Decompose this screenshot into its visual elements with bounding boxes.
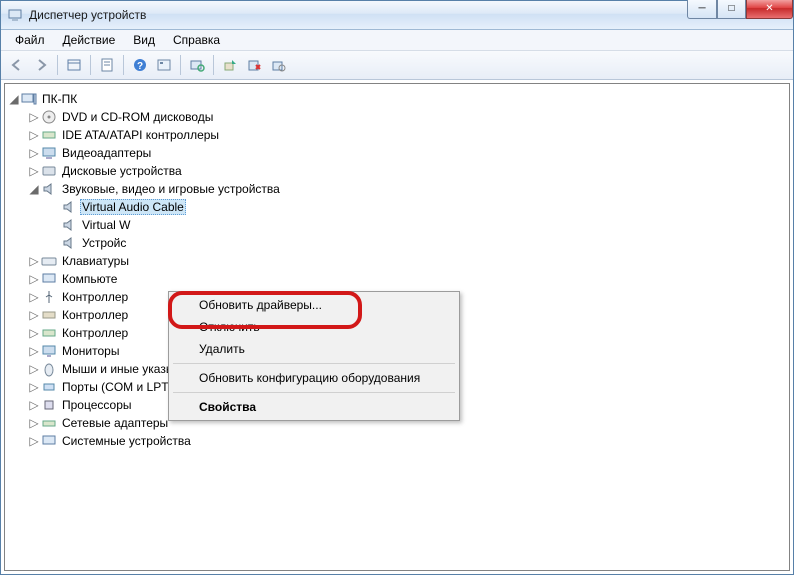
usb-icon: [41, 289, 57, 305]
expand-icon[interactable]: ▷: [27, 254, 41, 268]
menu-action[interactable]: Действие: [55, 31, 124, 49]
display-adapter-icon: [41, 145, 57, 161]
collapse-icon[interactable]: ◢: [27, 182, 41, 196]
menu-disable[interactable]: Отключить: [171, 316, 457, 338]
storage-controller-icon: [41, 307, 57, 323]
maximize-button[interactable]: □: [717, 0, 746, 19]
expand-icon[interactable]: ▷: [27, 326, 41, 340]
menu-scan-hardware[interactable]: Обновить конфигурацию оборудования: [171, 367, 457, 389]
scan-hardware-button[interactable]: [186, 54, 208, 76]
computer-icon: [21, 91, 37, 107]
tree-item-sound[interactable]: ◢Звуковые, видео и игровые устройства: [27, 180, 787, 198]
sound-icon: [61, 235, 77, 251]
controller-icon: [41, 325, 57, 341]
context-menu: Обновить драйверы... Отключить Удалить О…: [168, 291, 460, 421]
menu-file[interactable]: Файл: [7, 31, 53, 49]
expand-icon[interactable]: ▷: [27, 272, 41, 286]
menu-help[interactable]: Справка: [165, 31, 228, 49]
tree-item[interactable]: ▷IDE ATA/ATAPI контроллеры: [27, 126, 787, 144]
disk-icon: [41, 163, 57, 179]
expand-icon[interactable]: ▷: [27, 164, 41, 178]
expand-icon[interactable]: ▷: [27, 146, 41, 160]
menu-properties[interactable]: Свойства: [171, 396, 457, 418]
tree-root[interactable]: ◢ ПК-ПК: [7, 90, 787, 108]
expand-icon[interactable]: ▷: [27, 308, 41, 322]
svg-text:?: ?: [137, 61, 143, 72]
collapse-icon[interactable]: ◢: [7, 92, 21, 106]
help-button[interactable]: ?: [129, 54, 151, 76]
expand-icon[interactable]: ▷: [27, 434, 41, 448]
tree-item[interactable]: Устройс: [47, 234, 787, 252]
device-manager-window: Диспетчер устройств ─ □ ✕ Файл Действие …: [0, 0, 794, 575]
expand-icon[interactable]: ▷: [27, 380, 41, 394]
expand-icon[interactable]: ▷: [27, 344, 41, 358]
expand-icon[interactable]: ▷: [27, 362, 41, 376]
app-icon: [7, 7, 23, 23]
tree-item[interactable]: ▷Компьюте: [27, 270, 787, 288]
forward-button[interactable]: [30, 54, 52, 76]
network-icon: [41, 415, 57, 431]
expand-icon[interactable]: ▷: [27, 290, 41, 304]
ide-icon: [41, 127, 57, 143]
disable-icon[interactable]: [243, 54, 265, 76]
tree-item[interactable]: ▷Видеоадаптеры: [27, 144, 787, 162]
show-hide-button[interactable]: [63, 54, 85, 76]
expand-icon[interactable]: ▷: [27, 128, 41, 142]
computer-icon: [41, 271, 57, 287]
toolbar-icon-1[interactable]: [153, 54, 175, 76]
sound-icon: [61, 199, 77, 215]
menu-separator: [173, 363, 455, 364]
system-device-icon: [41, 433, 57, 449]
titlebar[interactable]: Диспетчер устройств ─ □ ✕: [1, 1, 793, 30]
tree-root-label: ПК-ПК: [40, 92, 79, 106]
tree-item[interactable]: ▷Системные устройства: [27, 432, 787, 450]
expand-icon[interactable]: ▷: [27, 398, 41, 412]
uninstall-icon[interactable]: [267, 54, 289, 76]
expand-icon[interactable]: ▷: [27, 416, 41, 430]
expand-icon[interactable]: ▷: [27, 110, 41, 124]
update-driver-icon[interactable]: [219, 54, 241, 76]
window-title: Диспетчер устройств: [29, 8, 146, 22]
menu-delete[interactable]: Удалить: [171, 338, 457, 360]
sound-icon: [61, 217, 77, 233]
menu-update-drivers[interactable]: Обновить драйверы...: [171, 294, 457, 316]
tree-item[interactable]: Virtual W: [47, 216, 787, 234]
close-button[interactable]: ✕: [746, 0, 793, 19]
tree-item[interactable]: ▷Клавиатуры: [27, 252, 787, 270]
mouse-icon: [41, 361, 57, 377]
tree-item[interactable]: ▷DVD и CD-ROM дисководы: [27, 108, 787, 126]
toolbar: ?: [1, 51, 793, 80]
port-icon: [41, 379, 57, 395]
device-tree-panel[interactable]: ◢ ПК-ПК ▷DVD и CD-ROM дисководы ▷IDE ATA…: [4, 83, 790, 571]
minimize-button[interactable]: ─: [687, 0, 717, 19]
sound-icon: [41, 181, 57, 197]
menubar: Файл Действие Вид Справка: [1, 30, 793, 51]
keyboard-icon: [41, 253, 57, 269]
tree-item-virtual-audio-cable[interactable]: Virtual Audio Cable: [47, 198, 787, 216]
menu-separator: [173, 392, 455, 393]
tree-item[interactable]: ▷Дисковые устройства: [27, 162, 787, 180]
properties-button[interactable]: [96, 54, 118, 76]
monitor-icon: [41, 343, 57, 359]
menu-view[interactable]: Вид: [125, 31, 163, 49]
cpu-icon: [41, 397, 57, 413]
dvd-icon: [41, 109, 57, 125]
back-button[interactable]: [6, 54, 28, 76]
